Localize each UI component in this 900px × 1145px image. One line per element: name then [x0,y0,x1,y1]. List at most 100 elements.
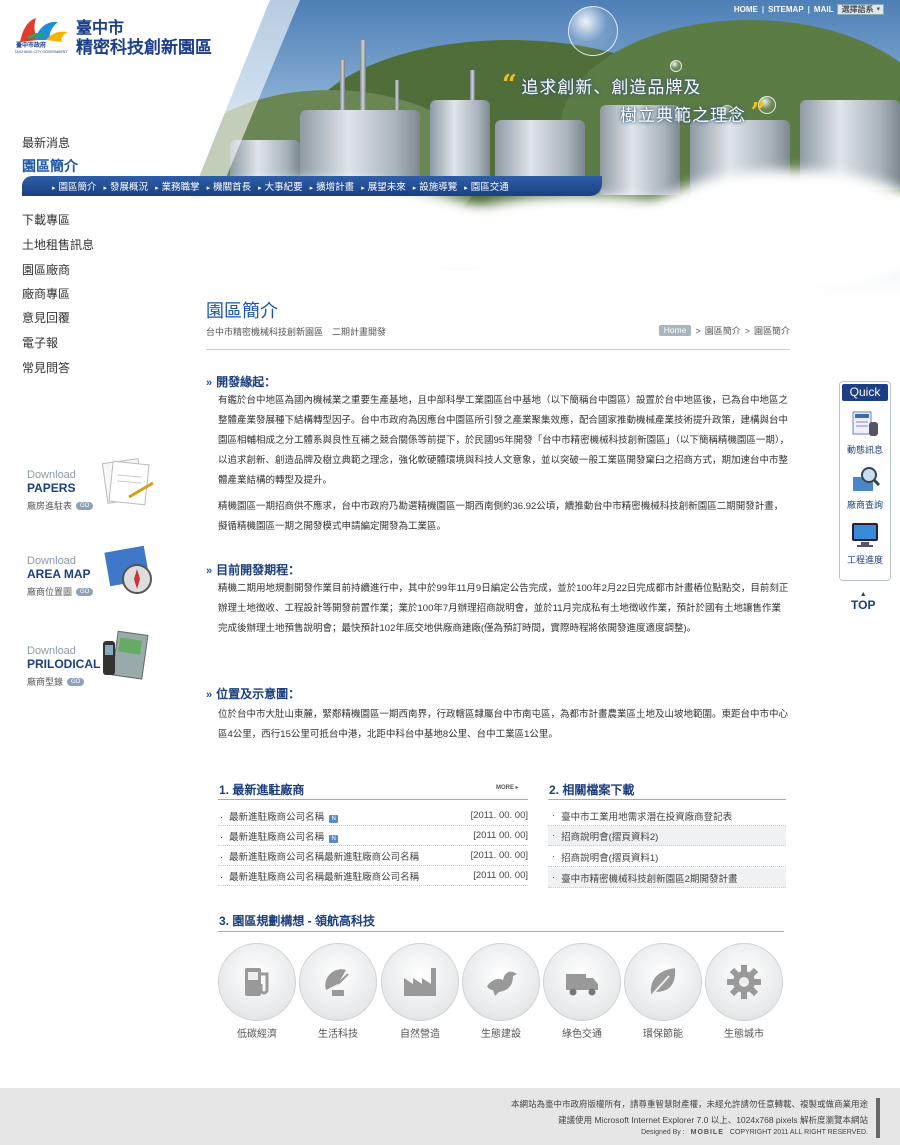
section-paragraph: 位於台中市大肚山東麓，緊鄰精機園區一期西南界，行政轄區隸屬台中市南屯區，為都市計… [218,709,789,740]
download-area-map[interactable]: Download AREA MAP 廠商位置圖 GO [27,545,157,598]
monitor-icon [848,517,882,551]
news-date: [2011 00. 00] [473,870,528,881]
home-link[interactable]: HOME [734,5,758,14]
quick-item-label: 廠商查詢 [846,500,883,510]
slogan-2: 樹立典範之理念 ” [620,98,765,128]
logo-title-line2[interactable]: 精密科技創新園區 [76,33,212,58]
top-label: TOP [851,598,876,612]
nav-item-company-zone[interactable]: 廠商專區 [22,285,70,302]
news-row[interactable]: 最新進駐廠商公司名稱 N [2011 00. 00] [218,826,528,846]
sitemap-link[interactable]: SITEMAP [768,5,804,14]
page-subtitle: 台中市精密機械科技創新園區 二期計畫開發 [206,327,387,337]
nav-item-download[interactable]: 下載專區 [22,211,70,228]
quick-panel: Quick 動態訊息 廠商查詢 工程進度 [839,381,891,581]
quick-item-label: 工程進度 [846,555,883,565]
download-sub-text: 廠房進駐表 [27,501,73,511]
logo-seal-text: 臺中市政府 [16,43,47,49]
quick-item-label: 動態訊息 [846,445,883,455]
breadcrumb-item: 園區簡介 [753,326,790,336]
language-select[interactable]: 選擇語系 ▾ [837,4,884,15]
subnav-item[interactable]: 大事紀要 [258,179,310,193]
slogan-line1: 追求創新、創造品牌及 [521,78,702,98]
download-row[interactable]: 臺中市工業用地需求潛在投資廠商登記表 [548,806,786,826]
documents-icon [101,458,154,506]
go-button[interactable]: GO [67,677,85,686]
divider [218,931,784,932]
news-date: [2011. 00. 00] [470,810,528,821]
subnav-item[interactable]: 發展概況 [104,179,156,193]
chevron-down-icon: ▾ [876,6,880,13]
satellite-dish-icon[interactable] [299,943,377,1021]
footer-accent-bar [876,1098,880,1138]
designer-logo[interactable]: MOBILE [691,1129,724,1136]
news-row[interactable]: 最新進駐廠商公司名稱最新進駐廠商公司名稱 [2011 00. 00] [218,866,528,886]
subnav-item[interactable]: 展望未來 [361,179,413,193]
quick-item-progress[interactable]: 工程進度 [840,517,890,566]
more-link[interactable]: MORE ▸ [496,784,519,791]
nav-item-about[interactable]: 園區簡介 [22,156,78,176]
subnav-item[interactable]: 業務職掌 [155,179,207,193]
nav-item-news[interactable]: 最新消息 [22,134,70,151]
new-badge-icon: N [329,834,339,843]
more-label: MORE [496,785,514,791]
download-papers[interactable]: Download PAPERS 廠房進駐表 GO [27,458,157,512]
download-periodical[interactable]: Download PRILODICAL 廠商型錄 GO [27,630,157,688]
planning-label: 生態城市 [724,1029,764,1040]
back-to-top[interactable]: ▲ TOP [851,590,876,612]
leaf-icon[interactable] [624,943,702,1021]
separator: | [807,5,810,14]
chevron-right-icon: ▸ [515,785,519,791]
fuel-pump-icon[interactable] [218,943,296,1021]
quick-item-search[interactable]: 廠商查詢 [840,462,890,511]
section-heading-text: 位置及示意圖： [216,687,301,701]
download-row[interactable]: 招商說明會(摺頁資料2) [548,826,786,846]
news-date: [2011. 00. 00] [470,850,528,861]
factory-icon[interactable] [381,943,459,1021]
download-row[interactable]: 招商說明會(摺頁資料1) [548,847,786,867]
go-button[interactable]: GO [76,501,94,510]
go-button[interactable]: GO [76,587,94,596]
nav-item-newsletter[interactable]: 電子報 [22,334,58,351]
news-row[interactable]: 最新進駐廠商公司名稱最新進駐廠商公司名稱 [2011. 00. 00] [218,846,528,866]
news-title: 最新進駐廠商公司名稱 [229,811,325,823]
designed-by-label: Designed By : [641,1129,685,1136]
nav-item-feedback[interactable]: 意見回覆 [22,309,70,326]
subnav-item[interactable]: 機關首長 [207,179,259,193]
subnav-item[interactable]: 園區簡介 [52,179,104,193]
download-row[interactable]: 臺中市精密機械科技創新園區2期開發計畫 [548,868,786,888]
planning-label: 自然營造 [400,1029,440,1040]
subnav-item[interactable]: 擴增計畫 [310,179,362,193]
breadcrumb-home[interactable]: Home [658,325,692,336]
slogan: “ 追求創新、創造品牌及 [502,70,701,100]
download-sub-text: 廠商型錄 [27,677,64,687]
gear-icon[interactable] [705,943,783,1021]
section-heading-location: » 位置及示意圖： [206,685,300,702]
news-row[interactable]: 最新進駐廠商公司名稱 N [2011. 00. 00] [218,806,528,826]
slogan-line2: 樹立典範之理念 [620,106,746,126]
nav-item-land[interactable]: 土地租售訊息 [22,236,94,253]
planning-label: 生態建設 [481,1029,521,1040]
sub-nav-bar: 園區簡介 發展概況 業務職掌 機關首長 大事紀要 擴增計畫 展望未來 設施導覽 … [22,176,602,196]
nav-item-companies[interactable]: 園區廠商 [22,261,70,278]
language-select-value: 選擇語系 [841,5,874,14]
double-chevron-icon: » [206,689,213,701]
news-heading: 1. 最新進駐廠商 [219,783,305,797]
footer-browser-note: 建議使用 Microsoft Internet Explorer 7.0 以上、… [558,1115,868,1125]
quick-item-news[interactable]: 動態訊息 [840,407,890,456]
truck-icon[interactable] [543,943,621,1021]
subnav-item[interactable]: 園區交通 [464,179,516,193]
subnav-item[interactable]: 設施導覽 [413,179,465,193]
divider [218,799,528,800]
planning-label: 低碳經濟 [237,1029,277,1040]
nav-item-faq[interactable]: 常見問答 [22,359,70,376]
mail-link[interactable]: MAIL [814,5,834,14]
bird-icon[interactable] [462,943,540,1021]
news-title: 最新進駐廠商公司名稱最新進駐廠商公司名稱 [218,869,419,883]
section-paragraph: 精機園區一期招商供不應求，台中市政府乃勘選精機園區一期西南側約36.92公頃，續… [218,501,784,532]
breadcrumb-item[interactable]: 園區簡介 [705,324,741,337]
planning-label: 環保節能 [643,1029,683,1040]
logo-seal-en: TAICHUNG CITY GOVERNMENT [14,50,68,54]
news-title: 最新進駐廠商公司名稱最新進駐廠商公司名稱 [218,849,419,863]
section-paragraph: 有鑑於台中地區為國內機械業之重要生產基地，且中部科學工業園區台中基地（以下簡稱台… [218,395,790,486]
divider [548,799,786,800]
